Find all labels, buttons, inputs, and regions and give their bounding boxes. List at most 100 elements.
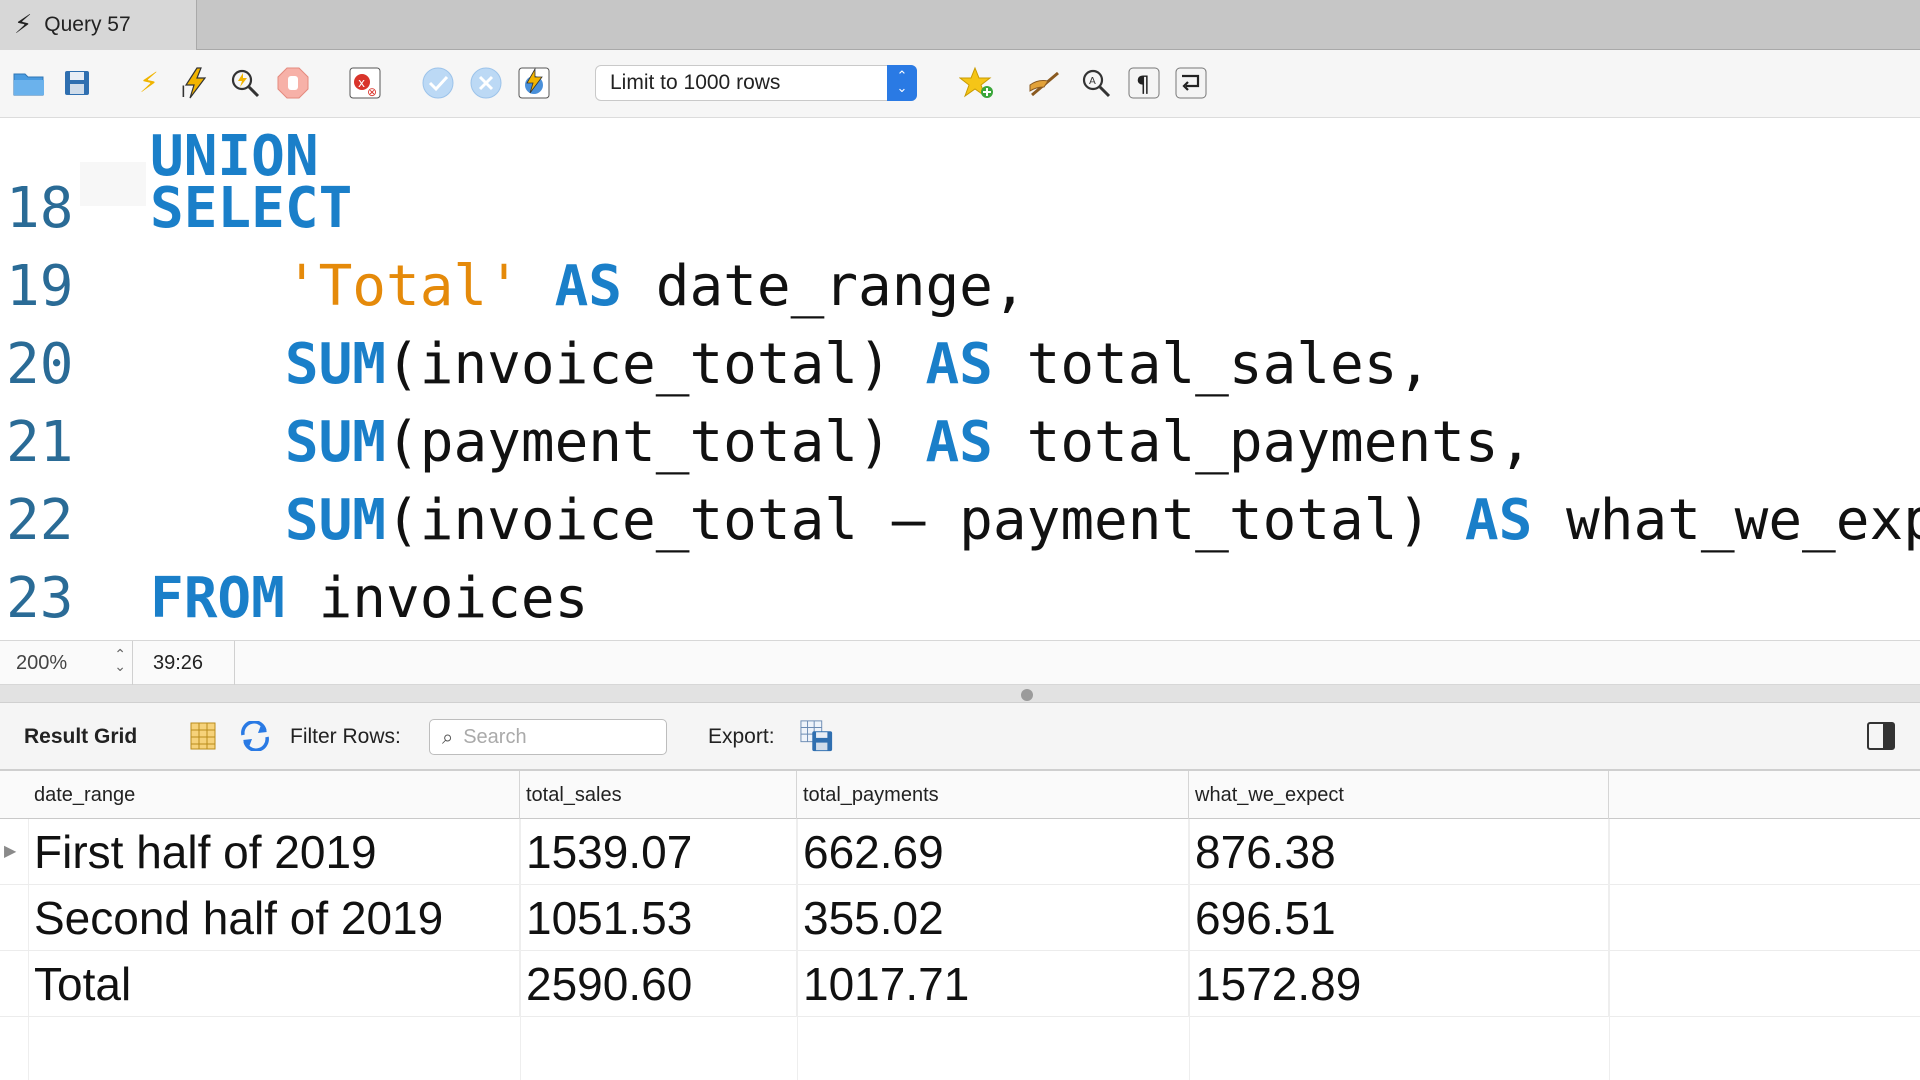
code-line[interactable]: 23 FROM invoices (0, 560, 1920, 638)
splitter-grip[interactable] (1021, 689, 1033, 701)
wrap-icon[interactable] (1172, 64, 1210, 102)
rollback-icon[interactable] (467, 64, 505, 102)
sql-keyword: SUM (284, 488, 387, 553)
toggle-error-icon[interactable]: x ⊗ (346, 64, 384, 102)
sql-text: (payment_total) (386, 410, 926, 475)
cell-date-range[interactable]: First half of 2019 (28, 819, 520, 885)
line-number: 23 (6, 566, 74, 631)
svg-text:x: x (358, 76, 365, 90)
sql-text: total_payments, (992, 410, 1533, 475)
sql-keyword: SUM (284, 410, 387, 475)
export-label: Export: (708, 725, 775, 748)
tab-query[interactable]: ⚡ Query 57 (0, 0, 197, 50)
column-header-total-sales[interactable]: total_sales (520, 771, 797, 819)
cell-total-payments[interactable]: 1017.71 (797, 951, 1189, 1017)
refresh-icon[interactable] (238, 719, 272, 753)
limit-rows-label: Limit to 1000 rows (610, 71, 781, 94)
sql-keyword: AS (554, 254, 623, 319)
code-text[interactable]: 'Total' AS date_range, (150, 248, 1027, 326)
code-line[interactable]: 22 SUM(invoice_total – payment_total) AS… (0, 482, 1920, 560)
add-snippet-icon[interactable] (958, 64, 996, 102)
tab-bar: ⚡ Query 57 (0, 0, 1920, 50)
code-text[interactable]: SUM(invoice_total – payment_total) AS wh… (150, 482, 1920, 560)
select-stepper-icon: ⌃ ⌄ (887, 65, 917, 101)
cell-date-range[interactable]: Total (28, 951, 520, 1017)
sql-text: total_sales, (992, 332, 1432, 397)
cell-total-sales[interactable]: 2590.60 (520, 951, 797, 1017)
column-divider (797, 819, 798, 1080)
column-header-date-range[interactable]: date_range (28, 771, 520, 819)
search-icon: ⌕ (442, 725, 454, 749)
beautify-icon[interactable] (1027, 64, 1065, 102)
open-folder-icon[interactable] (10, 64, 48, 102)
sql-text: date_range, (622, 254, 1027, 319)
side-panel-toggle-icon[interactable] (1867, 722, 1895, 750)
cell-total-payments[interactable]: 355.02 (797, 885, 1189, 951)
svg-text:I: I (181, 82, 186, 99)
column-header-total-payments[interactable]: total_payments (797, 771, 1189, 819)
autocommit-icon[interactable] (515, 64, 553, 102)
table-row[interactable]: ▶ First half of 2019 1539.07 662.69 876.… (0, 819, 1920, 885)
code-line[interactable]: 21 SUM(payment_total) AS total_payments, (0, 404, 1920, 482)
cell-total-sales[interactable]: 1051.53 (520, 885, 797, 951)
code-text[interactable]: FROM invoices (150, 560, 588, 638)
explain-icon[interactable] (226, 64, 264, 102)
save-icon[interactable] (58, 64, 96, 102)
line-number: 20 (6, 332, 74, 397)
cell-what-we-expect[interactable]: 1572.89 (1189, 951, 1609, 1017)
zoom-stepper-icon[interactable]: ⌃ ⌄ (114, 648, 126, 674)
editor-statusbar: 200% ⌃ ⌄ 39:26 (0, 640, 1920, 685)
code-line[interactable]: 20 SUM(invoice_total) AS total_sales, (0, 326, 1920, 404)
svg-text:¶: ¶ (1136, 73, 1150, 98)
cursor-position: 39:26 (133, 641, 235, 685)
sql-keyword: AS (1464, 488, 1533, 553)
cell-what-we-expect[interactable]: 876.38 (1189, 819, 1609, 885)
grid-layout-icon[interactable] (186, 719, 220, 753)
cell-date-range[interactable]: Second half of 2019 (28, 885, 520, 951)
tab-label: Query 57 (44, 13, 131, 36)
line-number: 22 (6, 488, 74, 553)
current-row-marker-icon: ▶ (4, 841, 17, 860)
commit-icon[interactable] (419, 64, 457, 102)
table-row[interactable]: Second half of 2019 1051.53 355.02 696.5… (0, 885, 1920, 951)
column-header-what-we-expect[interactable]: what_we_expect (1189, 771, 1609, 819)
pane-splitter[interactable] (0, 685, 1920, 703)
limit-rows-select[interactable]: Limit to 1000 rows ⌃ ⌄ (595, 65, 917, 101)
grid-header: date_range total_sales total_payments wh… (0, 771, 1920, 819)
svg-text:A: A (1089, 76, 1096, 87)
svg-text:⊗: ⊗ (367, 85, 377, 99)
bolt-icon: ⚡ (14, 10, 33, 40)
table-row[interactable]: Total 2590.60 1017.71 1572.89 (0, 951, 1920, 1017)
line-number: 21 (6, 410, 74, 475)
sql-keyword: AS (925, 410, 993, 475)
cell-total-payments[interactable]: 662.69 (797, 819, 1189, 885)
stop-icon[interactable] (274, 64, 312, 102)
result-toolbar: Result Grid Filter Rows: ⌕ Export: (0, 703, 1920, 771)
invisibles-icon[interactable]: ¶ (1125, 64, 1163, 102)
column-divider (1189, 819, 1190, 1080)
code-text[interactable]: SUM(payment_total) AS total_payments, (150, 404, 1532, 482)
cell-total-sales[interactable]: 1539.07 (520, 819, 797, 885)
zoom-select[interactable]: 200% ⌃ ⌄ (0, 641, 133, 685)
sql-text: what_we_exp (1532, 488, 1920, 553)
code-text[interactable]: SUM(invoice_total) AS total_sales, (150, 326, 1431, 404)
column-divider (1609, 819, 1610, 1080)
code-line[interactable]: 18 SELECT (0, 170, 1920, 248)
sql-editor[interactable]: UNION 18 SELECT 19 'Total' AS date_range, 20… (0, 118, 1920, 640)
execute-current-icon[interactable]: I (177, 64, 215, 102)
sql-keyword: FROM (150, 566, 285, 631)
sql-keyword: SUM (284, 332, 387, 397)
code-line[interactable]: 19 'Total' AS date_range, (0, 248, 1920, 326)
result-grid-title[interactable]: Result Grid (24, 725, 137, 749)
filter-search-input[interactable] (463, 725, 634, 749)
export-icon[interactable] (800, 719, 834, 753)
find-icon[interactable]: A (1077, 64, 1115, 102)
filter-search-field[interactable]: ⌕ (429, 719, 667, 755)
code-text[interactable]: SELECT (150, 170, 352, 248)
execute-icon[interactable]: ⚡ (130, 64, 168, 102)
cell-what-we-expect[interactable]: 696.51 (1189, 885, 1609, 951)
